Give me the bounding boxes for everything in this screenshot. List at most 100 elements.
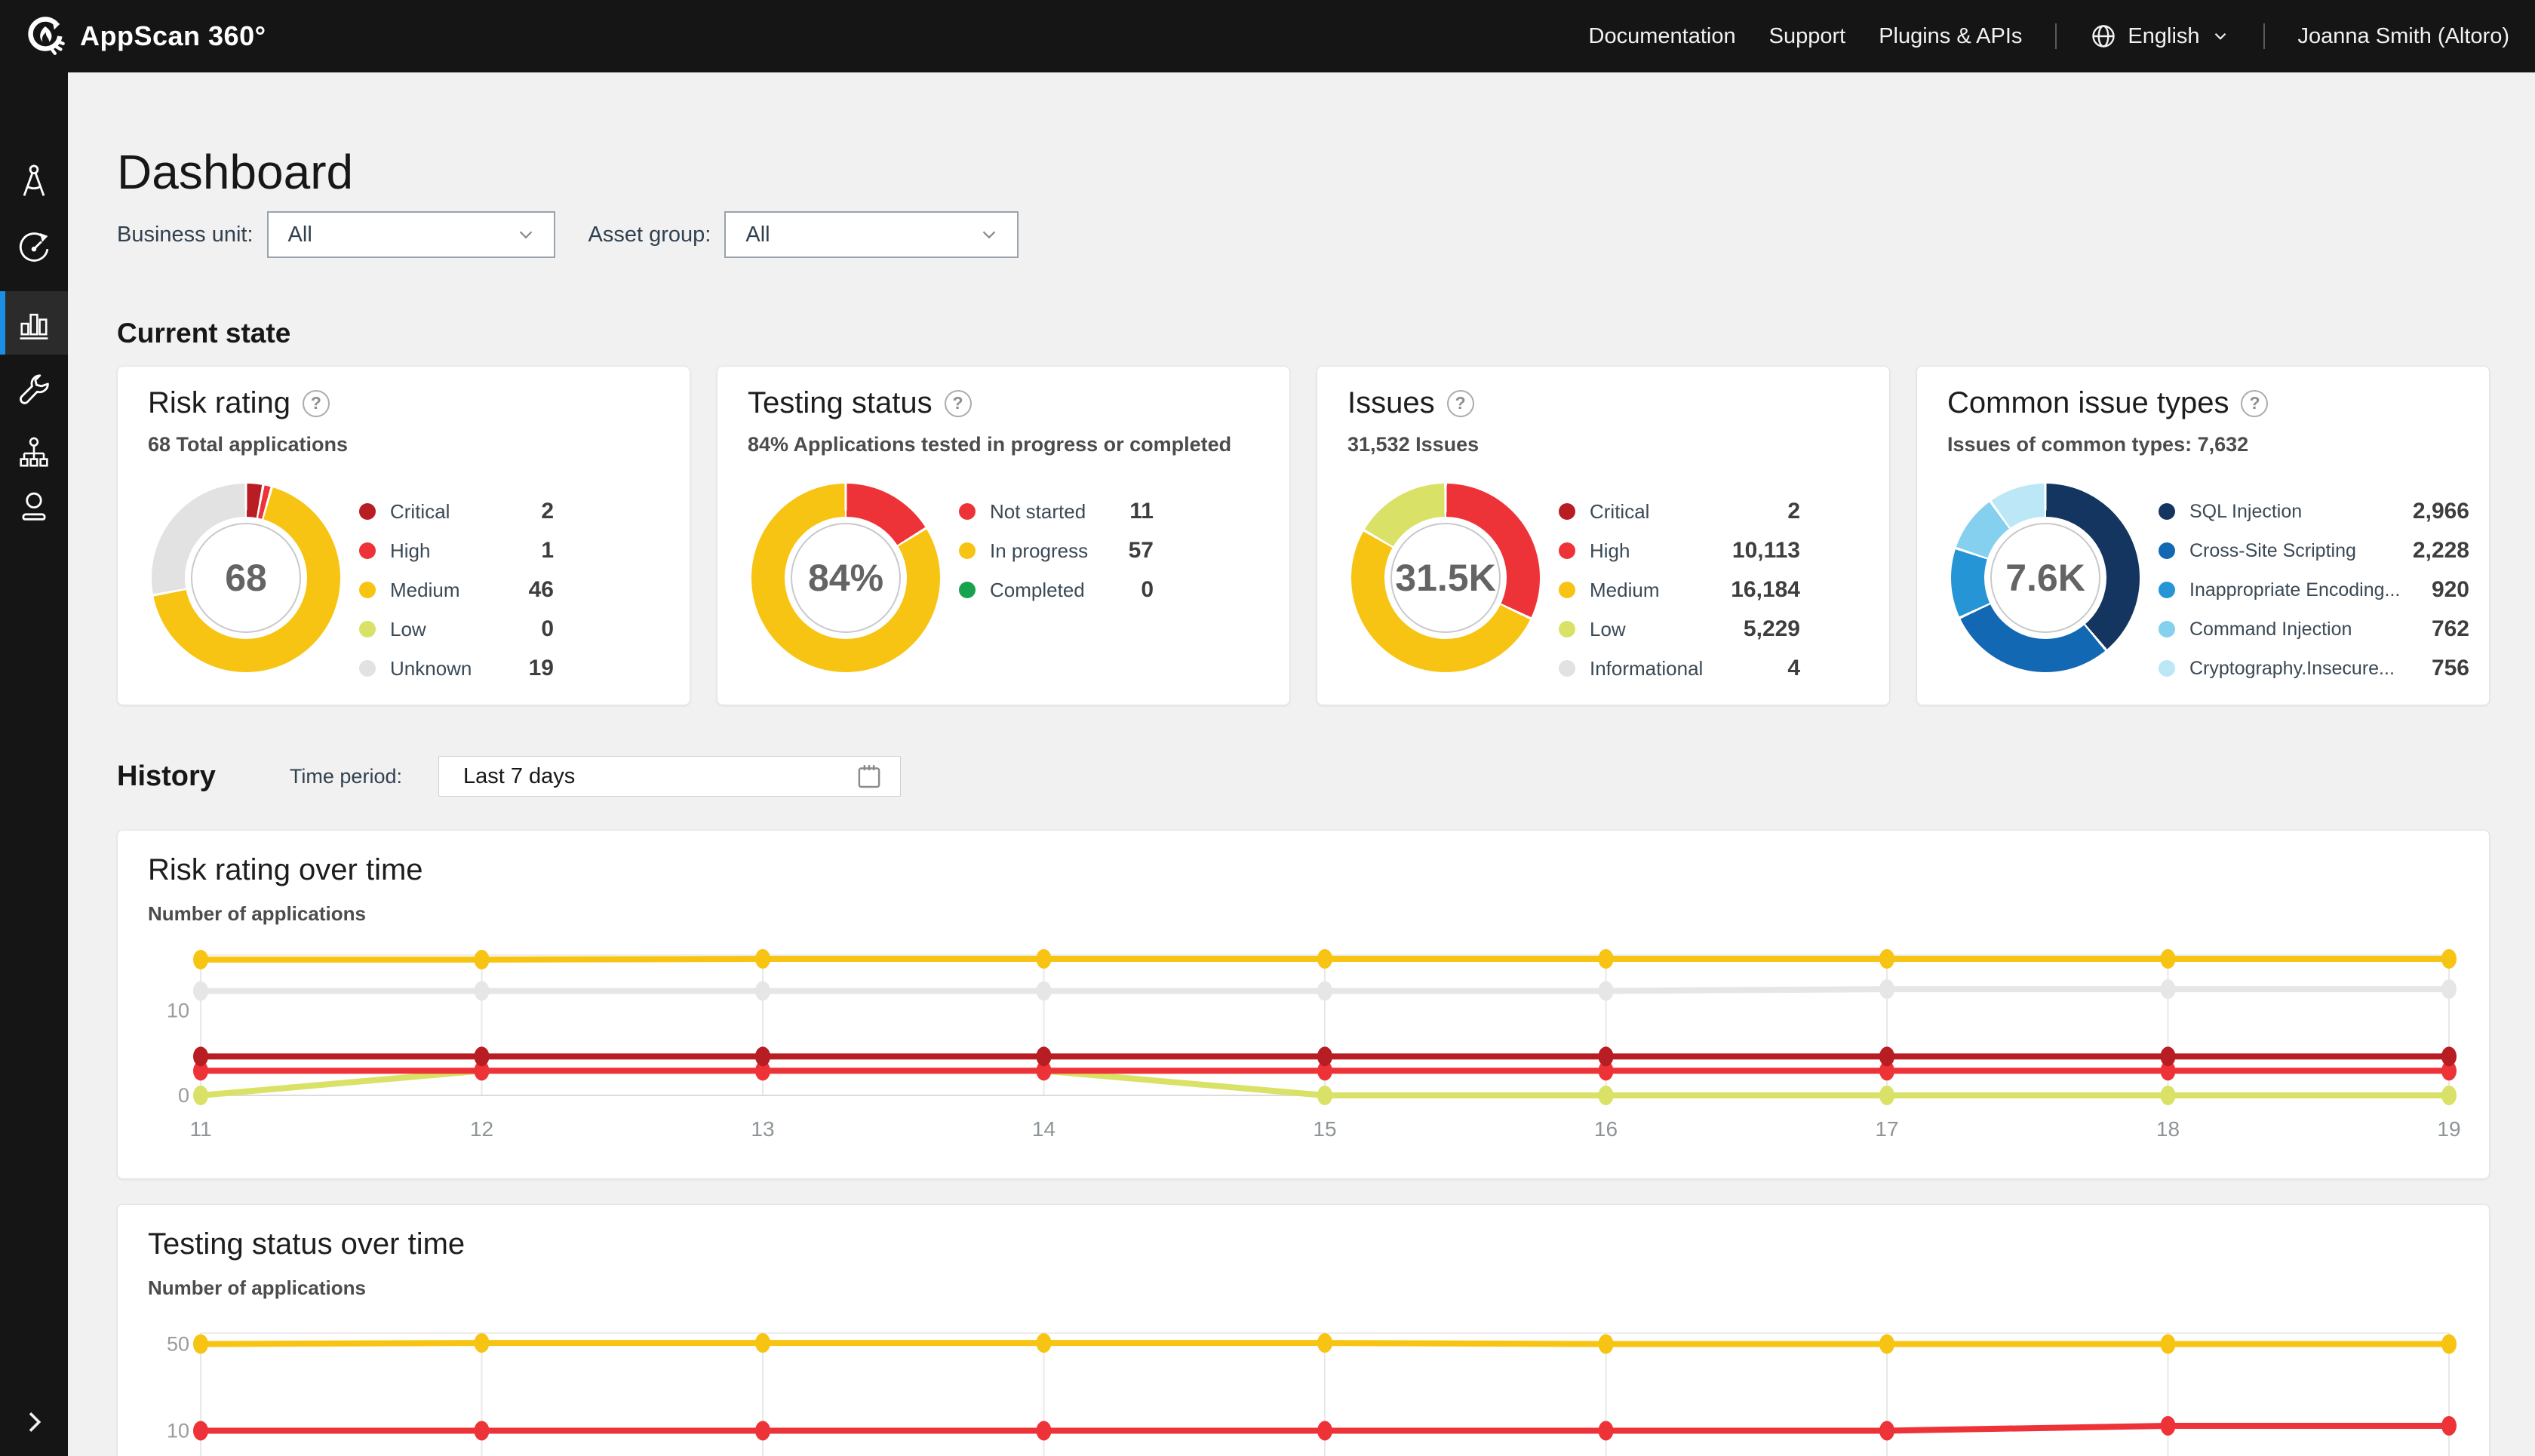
gauge-scan-icon: [14, 228, 54, 267]
left-sidebar: [0, 72, 68, 1456]
svg-text:50: 50: [167, 1333, 189, 1356]
legend-value: 920: [2432, 577, 2469, 603]
legend-value: 2: [1787, 499, 1800, 524]
common-issue-types-card: Common issue types Issues of common type…: [1916, 366, 2490, 705]
legend-label: Medium: [390, 579, 518, 602]
page-title: Dashboard: [117, 144, 353, 200]
appscan-dashboard: AppScan 360° Documentation Support Plugi…: [0, 0, 2535, 1456]
legend-value: 756: [2432, 656, 2469, 681]
sidebar-item-tools[interactable]: [0, 358, 68, 421]
legend-value: 5,229: [1744, 616, 1800, 642]
card-subtitle: Issues of common types: 7,632: [1947, 433, 2248, 456]
legend-label: Informational: [1590, 657, 1777, 680]
legend-row: Medium46: [359, 570, 554, 610]
business-unit-label: Business unit:: [117, 223, 254, 247]
legend-label: Low: [390, 618, 530, 641]
drafting-compass-icon: [14, 162, 54, 201]
language-selector[interactable]: English: [2090, 23, 2229, 50]
current-state-heading: Current state: [117, 318, 290, 349]
product-logo[interactable]: AppScan 360°: [27, 17, 266, 56]
legend-row: In progress57: [959, 531, 1154, 570]
legend-value: 762: [2432, 616, 2469, 642]
card-subtitle: 68 Total applications: [148, 433, 348, 456]
hierarchy-icon: [14, 434, 54, 473]
svg-text:10: 10: [167, 999, 189, 1021]
current-state-cards: Risk rating 68 Total applications 68 Cri…: [117, 366, 2490, 705]
nav-plugins-apis[interactable]: Plugins & APIs: [1879, 24, 2022, 49]
time-period-label: Time period:: [290, 765, 402, 788]
donut-center-value: 68: [225, 556, 267, 600]
legend-row: Command Injection 762: [2159, 610, 2469, 649]
business-unit-dropdown[interactable]: All: [267, 211, 555, 258]
nav-documentation[interactable]: Documentation: [1589, 24, 1736, 49]
legend-dot-icon: [2159, 660, 2175, 677]
legend-label: Command Injection: [2189, 619, 2421, 640]
svg-text:17: 17: [1875, 1117, 1898, 1141]
issues-donut-chart: 31.5K: [1351, 484, 1540, 672]
svg-text:13: 13: [751, 1117, 774, 1141]
legend-label: Medium: [1590, 579, 1720, 602]
sidebar-item-dashboard[interactable]: [0, 291, 68, 355]
legend-value: 2,228: [2413, 538, 2469, 564]
card-title: Common issue types: [1947, 386, 2229, 420]
sidebar-item-scans[interactable]: [0, 216, 68, 279]
donut-legend: Critical 2 High10,113Medium16,184 Low 5,229 I…: [1559, 492, 1800, 688]
legend-row: Critical 2: [1559, 492, 1800, 531]
nav-separator: [2263, 23, 2265, 49]
risk-rating-line-chart: 100111213141516171819: [118, 831, 2490, 1180]
svg-text:11: 11: [189, 1117, 211, 1141]
legend-dot-icon: [959, 582, 976, 598]
nav-separator: [2055, 23, 2057, 49]
legend-value: 1: [541, 538, 554, 564]
testing-status-line-chart: 5010111213141516171819: [118, 1205, 2490, 1456]
appscan-logo-icon: [27, 17, 66, 56]
user-menu[interactable]: Joanna Smith (Altoro): [2298, 24, 2509, 49]
sidebar-expand-button[interactable]: [0, 1396, 68, 1448]
legend-row: High1: [359, 531, 554, 570]
legend-row: High10,113: [1559, 531, 1800, 570]
svg-text:10: 10: [167, 1419, 189, 1442]
legend-row: SQL Injection 2,966: [2159, 492, 2469, 531]
issues-card: Issues 31,532 Issues 31.5K Critical 2 High…: [1317, 366, 1890, 705]
donut-legend: Not started11In progress57Completed0: [959, 492, 1154, 610]
card-title: Risk rating: [148, 386, 290, 420]
legend-label: SQL Injection: [2189, 501, 2402, 523]
time-period-value: Last 7 days: [463, 764, 575, 789]
asset-group-dropdown[interactable]: All: [724, 211, 1019, 258]
legend-value: 0: [541, 616, 554, 642]
card-subtitle: 31,532 Issues: [1347, 433, 1479, 456]
legend-row: Medium16,184: [1559, 570, 1800, 610]
legend-dot-icon: [1559, 621, 1575, 637]
legend-value: 57: [1129, 538, 1154, 564]
legend-row: Cross-Site Scripting2,228: [2159, 531, 2469, 570]
help-icon[interactable]: [2241, 390, 2268, 417]
legend-value: 11: [1129, 499, 1154, 524]
chevron-down-icon: [978, 223, 1000, 246]
sidebar-item-users[interactable]: [0, 475, 68, 538]
legend-dot-icon: [2159, 503, 2175, 520]
svg-text:19: 19: [2437, 1117, 2460, 1141]
time-period-input[interactable]: Last 7 days: [438, 756, 901, 797]
legend-value: 2,966: [2413, 499, 2469, 524]
legend-row: Low 5,229: [1559, 610, 1800, 649]
asset-group-value: All: [745, 223, 770, 247]
legend-row: Not started11: [959, 492, 1154, 531]
legend-row: Low 0: [359, 610, 554, 649]
nav-support[interactable]: Support: [1769, 24, 1846, 49]
sidebar-item-applications[interactable]: [0, 150, 68, 213]
legend-label: Critical: [1590, 500, 1777, 524]
legend-label: Low: [1590, 618, 1733, 641]
main-content: Dashboard Business unit: All Asset group…: [68, 72, 2535, 1456]
legend-dot-icon: [959, 503, 976, 520]
legend-label: Critical: [390, 500, 530, 524]
filters-row: Business unit: All Asset group: All: [117, 211, 1019, 258]
svg-text:14: 14: [1032, 1117, 1055, 1141]
card-title: Issues: [1347, 386, 1435, 420]
asset-group-label: Asset group:: [588, 223, 711, 247]
calendar-icon[interactable]: [853, 760, 885, 792]
help-icon[interactable]: [303, 390, 330, 417]
legend-row: Unknown19: [359, 649, 554, 688]
legend-row: Informational4: [1559, 649, 1800, 688]
help-icon[interactable]: [945, 390, 972, 417]
help-icon[interactable]: [1447, 390, 1474, 417]
